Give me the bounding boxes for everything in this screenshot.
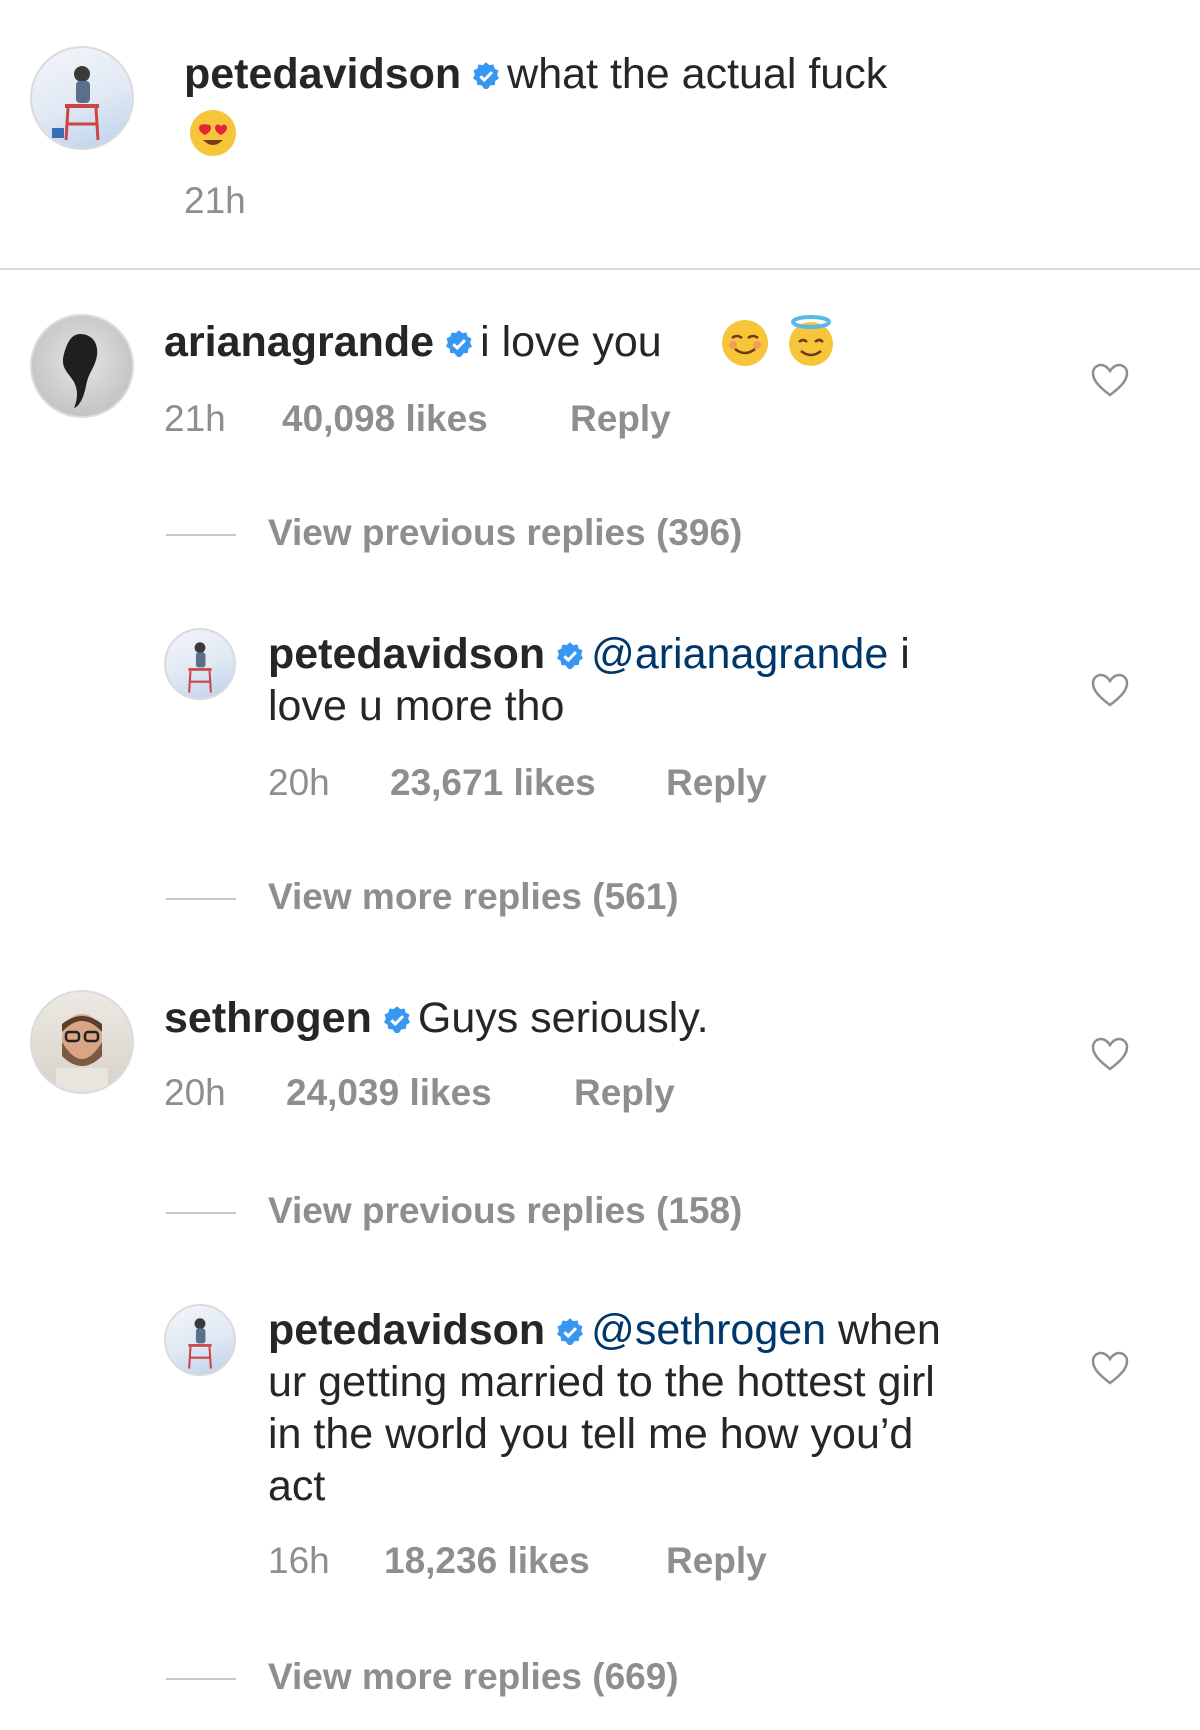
reply-2-reply-button[interactable]: Reply <box>666 1540 767 1582</box>
avatar-figure-icon <box>188 642 212 693</box>
avatar-figure-icon <box>188 1318 212 1369</box>
view-replies-line <box>166 1678 236 1680</box>
view-replies-line <box>166 898 236 900</box>
view-replies-line <box>166 1212 236 1214</box>
reply-1-text-line-2: love u more tho <box>268 682 565 730</box>
reply-1-mention[interactable]: @arianagrande <box>591 630 888 678</box>
reply-2-username[interactable]: petedavidson <box>268 1306 545 1354</box>
comment-2-view-more-replies[interactable]: View more replies (669) <box>268 1656 679 1698</box>
reply-2-text-line-4: act <box>268 1462 326 1510</box>
avatar-petedavidson-reply[interactable] <box>164 628 236 700</box>
comment-1-likes[interactable]: 40,098 likes <box>282 398 488 440</box>
view-replies-line <box>166 534 236 536</box>
caption-username[interactable]: petedavidson <box>184 50 461 98</box>
heart-eyes-emoji <box>188 108 238 158</box>
reply-1-time: 20h <box>268 762 330 803</box>
comment-2-view-previous-replies[interactable]: View previous replies (158) <box>268 1190 742 1232</box>
avatar-face-icon <box>56 1014 108 1092</box>
comment-1-view-previous-replies[interactable]: View previous replies (396) <box>268 512 742 554</box>
verified-badge-icon <box>473 62 500 90</box>
reply-1-reply-button[interactable]: Reply <box>666 762 767 804</box>
comment-1-line: arianagrande i love you <box>164 316 662 368</box>
reply-1-likes[interactable]: 23,671 likes <box>390 762 596 804</box>
heart-icon[interactable] <box>1090 1036 1130 1072</box>
heart-icon[interactable] <box>1090 672 1130 708</box>
comment-1-view-more-replies[interactable]: View more replies (561) <box>268 876 679 918</box>
avatar-figure-icon <box>52 66 100 141</box>
comment-2-username[interactable]: sethrogen <box>164 994 372 1042</box>
comment-2-reply-button[interactable]: Reply <box>574 1072 675 1114</box>
caption-line: petedavidson what the actual fuck <box>184 48 887 100</box>
heart-icon[interactable] <box>1090 362 1130 398</box>
avatar-arianagrande[interactable] <box>30 314 134 418</box>
heart-icon[interactable] <box>1090 1350 1130 1386</box>
verified-badge-icon <box>557 642 584 670</box>
relieved-emoji <box>720 318 770 368</box>
avatar-sethrogen[interactable] <box>30 990 134 1094</box>
reply-2-likes[interactable]: 18,236 likes <box>384 1540 590 1582</box>
comment-2-text: Guys seriously. <box>417 994 709 1042</box>
reply-2-time: 16h <box>268 1540 330 1581</box>
verified-badge-icon <box>383 1006 410 1034</box>
reply-1-line-1: petedavidson @arianagrande i <box>268 628 910 680</box>
reply-1-username[interactable]: petedavidson <box>268 630 545 678</box>
avatar-silhouette-icon <box>62 334 98 408</box>
comment-2-time: 20h <box>164 1072 226 1113</box>
comment-2-likes[interactable]: 24,039 likes <box>286 1072 492 1114</box>
caption-time: 21h <box>184 180 246 221</box>
reply-2-line-1: petedavidson @sethrogen when <box>268 1304 941 1356</box>
reply-2-text-line-2: ur getting married to the hottest girl <box>268 1358 935 1406</box>
verified-badge-icon <box>557 1318 584 1346</box>
comment-1-reply-button[interactable]: Reply <box>570 398 671 440</box>
reply-1-text-line-1: i <box>888 630 910 678</box>
comment-1-time: 21h <box>164 398 226 439</box>
avatar-petedavidson[interactable] <box>30 46 134 150</box>
caption-text: what the actual fuck <box>507 50 888 98</box>
verified-badge-icon <box>446 330 473 358</box>
caption-divider <box>0 268 1200 270</box>
comment-1-username[interactable]: arianagrande <box>164 318 434 366</box>
reply-2-text-line-1: when <box>826 1306 941 1354</box>
halo-smile-emoji <box>784 314 838 368</box>
comment-1-text: i love you <box>480 318 662 366</box>
reply-2-mention[interactable]: @sethrogen <box>591 1306 826 1354</box>
comment-2-line: sethrogen Guys seriously. <box>164 992 709 1044</box>
avatar-petedavidson-reply[interactable] <box>164 1304 236 1376</box>
reply-2-text-line-3: in the world you tell me how you’d <box>268 1410 914 1458</box>
